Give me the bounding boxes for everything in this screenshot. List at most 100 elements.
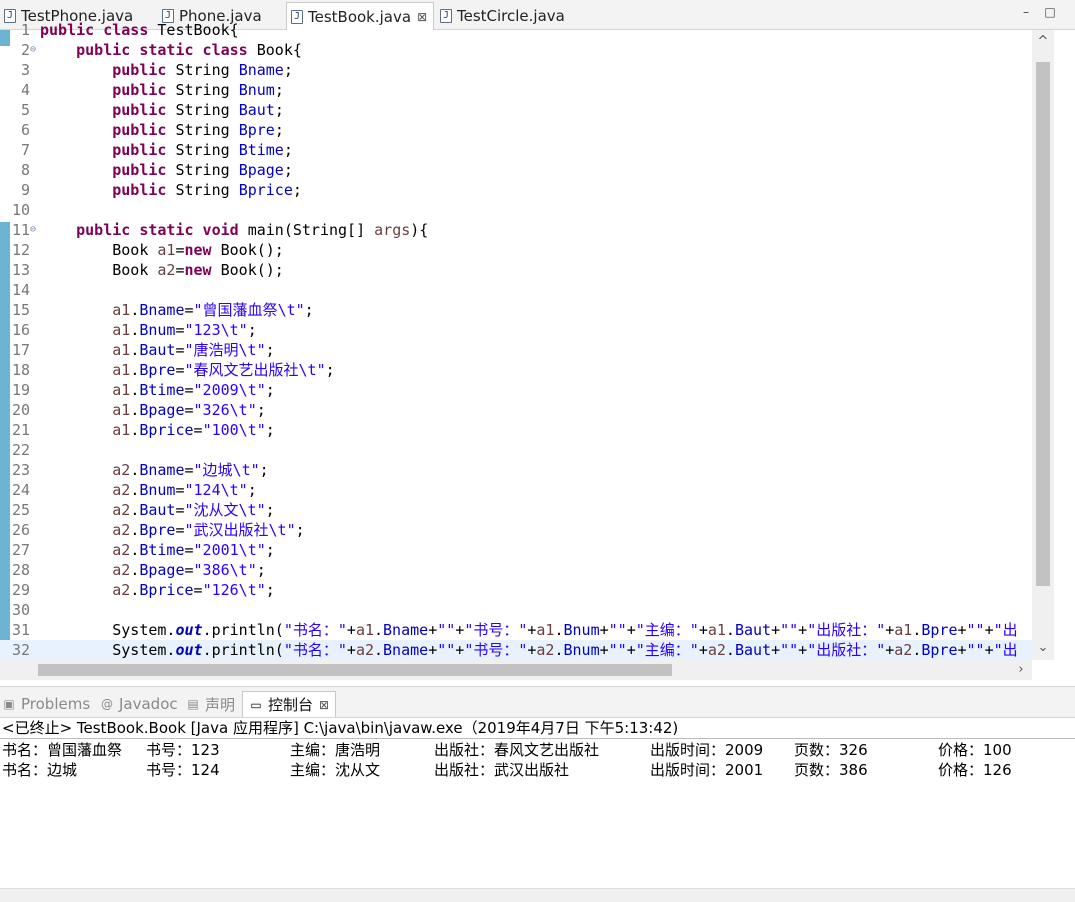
horizontal-scrollbar[interactable]: ›	[0, 660, 1032, 680]
code-line[interactable]: 23 a2.Bname="边城\t";	[0, 460, 1032, 480]
code-token: public	[112, 61, 176, 79]
code-token: a1	[112, 321, 131, 339]
vertical-scroll-thumb[interactable]	[1036, 62, 1050, 586]
code-token: ;	[265, 381, 275, 399]
tab-console[interactable]: ▭ 控制台 ⊠	[242, 691, 337, 717]
code-text: a2.Bnum="124\t";	[40, 480, 257, 500]
line-number: 31	[11, 621, 30, 639]
code-line[interactable]: 19 a1.Btime="2009\t";	[0, 380, 1032, 400]
code-token: a2	[112, 481, 131, 499]
code-token: ;	[265, 341, 275, 359]
code-line[interactable]: 29 a2.Bprice="126\t";	[0, 580, 1032, 600]
line-number: 12	[11, 241, 30, 259]
console-view[interactable]: <已终止> TestBook.Book [Java 应用程序] C:\java\…	[0, 718, 1075, 902]
fold-toggle-icon[interactable]: ⊖	[30, 40, 40, 60]
code-line[interactable]: 18 a1.Bpre="春风文艺出版社\t";	[0, 360, 1032, 380]
code-token: "主编："	[635, 621, 699, 639]
code-line[interactable]: 11 ⊖ public static void main(String[] arg…	[0, 220, 1032, 240]
code-token: =	[175, 241, 185, 259]
code-line[interactable]: 25 a2.Baut="沈从文\t";	[0, 500, 1032, 520]
code-text: public String Bname;	[40, 60, 293, 80]
code-line[interactable]: 12 Book a1=new Book();	[0, 240, 1032, 260]
problems-icon: ▣	[3, 697, 15, 711]
code-text: System.out.println("书名："+a2.Bname+""+"书号…	[40, 640, 1017, 660]
code-line[interactable]: 16 a1.Bnum="123\t";	[0, 320, 1032, 340]
code-token: .	[130, 501, 140, 519]
code-line[interactable]: 15 a1.Bname="曾国藩血祭\t";	[0, 300, 1032, 320]
fold-toggle-icon[interactable]: ⊖	[30, 220, 40, 240]
code-line[interactable]: 31 System.out.println("书名："+a1.Bname+""+…	[0, 620, 1032, 640]
code-line[interactable]: 10	[0, 200, 1032, 220]
code-token: String	[175, 81, 239, 99]
horizontal-scroll-thumb[interactable]	[38, 664, 672, 676]
code-token: +	[599, 641, 609, 659]
maximize-icon[interactable]: □	[1044, 6, 1056, 18]
output-field: 页数：326	[794, 741, 868, 759]
code-token: =	[184, 301, 194, 319]
code-line[interactable]: 27 a2.Btime="2001\t";	[0, 540, 1032, 560]
scroll-right-icon[interactable]: ›	[1010, 660, 1032, 680]
code-line[interactable]: 17 a1.Baut="唐浩明\t";	[0, 340, 1032, 360]
code-token: =	[193, 421, 203, 439]
code-token: a1	[157, 241, 176, 259]
code-line[interactable]: 24 a2.Bnum="124\t";	[0, 480, 1032, 500]
code-text: a1.Bname="曾国藩血祭\t";	[40, 300, 313, 320]
code-token: TestBook{	[157, 21, 239, 39]
close-tab-icon[interactable]: ⊠	[319, 698, 329, 712]
code-line[interactable]: 28 a2.Bpage="386\t";	[0, 560, 1032, 580]
code-line[interactable]: 7 public String Btime;	[0, 140, 1032, 160]
code-token: =	[175, 261, 185, 279]
code-line[interactable]: 2 ⊖ public static class Book{	[0, 40, 1032, 60]
scroll-down-icon[interactable]: ⌄	[1032, 638, 1054, 658]
output-field: 出版时间：2009	[650, 741, 764, 759]
line-number: 30	[11, 601, 30, 619]
minimize-icon[interactable]: –	[1020, 6, 1032, 18]
code-line[interactable]: 21 a1.Bprice="100\t";	[0, 420, 1032, 440]
divider	[0, 738, 1075, 739]
tab-declaration[interactable]: ▤ 声明	[186, 691, 235, 717]
code-line[interactable]: 8 public String Bpage;	[0, 160, 1032, 180]
tab-javadoc[interactable]: @ Javadoc	[100, 691, 178, 717]
console-output-line: 书名：曾国藩血祭 书号：123 主编：唐浩明 出版社：春风文艺出版社 出版时间：…	[2, 740, 1072, 760]
code-line[interactable]: 9 public String Bprice;	[0, 180, 1032, 200]
code-editor[interactable]: 1 public class TestBook{2 ⊖ public static …	[0, 21, 1075, 680]
code-line[interactable]: 6 public String Bpre;	[0, 120, 1032, 140]
line-number: 25	[11, 501, 30, 519]
code-token: "边城\t"	[193, 461, 260, 479]
output-field: 书名：边城	[2, 761, 78, 779]
output-field: 书名：曾国藩血祭	[2, 741, 123, 759]
tab-label: Problems	[21, 695, 91, 713]
code-line[interactable]: 30	[0, 600, 1032, 620]
vertical-scrollbar[interactable]: ^ ⌄	[1032, 30, 1054, 660]
code-line[interactable]: 1 public class TestBook{	[0, 20, 1032, 40]
code-line[interactable]: 14	[0, 280, 1032, 300]
code-text: public String Baut;	[40, 100, 284, 120]
code-line[interactable]: 4 public String Bnum;	[0, 80, 1032, 100]
code-line[interactable]: 22	[0, 440, 1032, 460]
code-token: "出	[993, 621, 1018, 639]
code-line[interactable]: 5 public String Baut;	[0, 100, 1032, 120]
scroll-up-icon[interactable]: ^	[1032, 32, 1054, 52]
console-horizontal-scrollbar[interactable]	[0, 888, 1075, 902]
code-text: a1.Bprice="100\t";	[40, 420, 275, 440]
code-line[interactable]: 32 System.out.println("书名："+a2.Bname+""+…	[0, 640, 1032, 660]
code-text-area[interactable]: 1 public class TestBook{2 ⊖ public static …	[0, 18, 1032, 690]
code-line[interactable]: 26 a2.Bpre="武汉出版社\t";	[0, 520, 1032, 540]
code-token: ;	[274, 101, 284, 119]
code-token: Bname	[139, 461, 185, 479]
code-line[interactable]: 20 a1.Bpage="326\t";	[0, 400, 1032, 420]
code-token: ){	[410, 221, 429, 239]
code-line[interactable]: 13 Book a2=new Book();	[0, 260, 1032, 280]
code-token: Btime	[139, 541, 185, 559]
code-token: Book();	[220, 241, 284, 259]
line-number: 23	[11, 461, 30, 479]
code-token: ;	[259, 461, 269, 479]
line-number: 4	[20, 81, 30, 99]
code-token: Bpage	[139, 561, 185, 579]
code-line[interactable]: 3 public String Bname;	[0, 60, 1032, 80]
tab-problems[interactable]: ▣ Problems	[2, 691, 90, 717]
